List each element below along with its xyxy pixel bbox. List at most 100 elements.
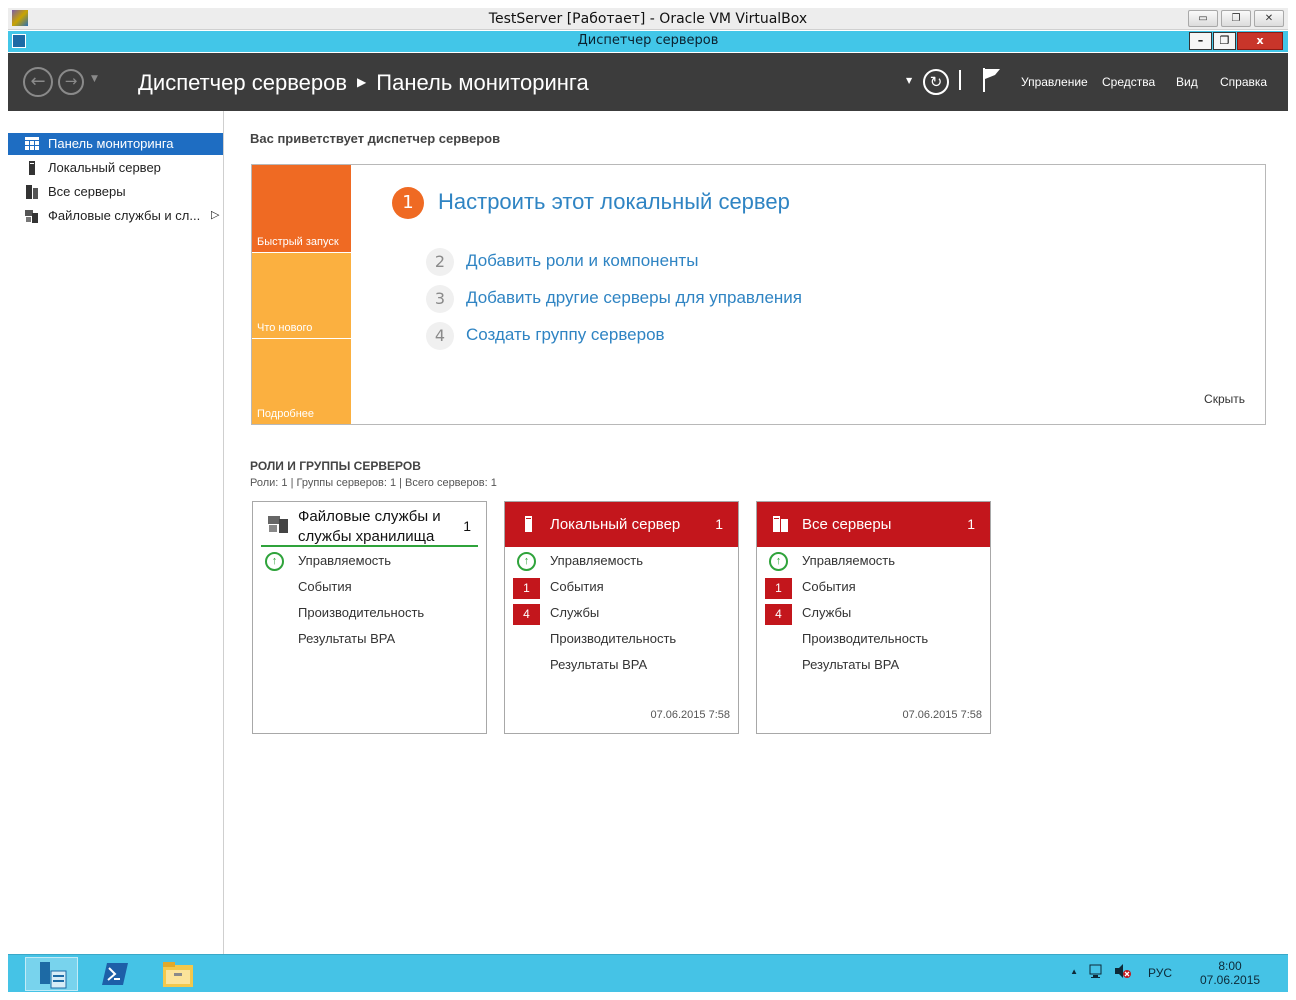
speaker-muted-icon[interactable] [1114,963,1132,982]
card-count: 1 [463,518,471,534]
status-ok-icon: ↑ [769,552,788,571]
tile-learn-more[interactable]: Подробнее [252,339,351,424]
history-dropdown-icon[interactable]: ▼ [91,74,98,84]
menu-manage[interactable]: Управление [1021,75,1088,89]
health-underline [261,545,478,547]
hide-link[interactable]: Скрыть [1204,392,1245,406]
card-timestamp: 07.06.2015 7:58 [650,709,730,721]
card-title: Файловые службы и службы хранилища [298,507,441,547]
sidebar-item-dashboard[interactable]: Панель мониторинга [8,133,223,155]
menu-view[interactable]: Вид [1176,75,1198,89]
step-number: 1 [392,187,424,219]
row-label: События [298,579,352,594]
card-row-manageability[interactable]: ↑ Управляемость [253,550,486,574]
taskbar-powershell-button[interactable] [88,957,141,991]
row-label: Производительность [550,631,677,646]
close-button[interactable]: x [1237,32,1283,50]
vbox-close-button[interactable]: ✕ [1254,10,1284,27]
card-row-services[interactable]: 4 Службы [505,602,738,626]
menu-tools[interactable]: Средства [1102,75,1155,89]
tile-label: Подробнее [257,408,315,420]
taskbar-file-explorer-button[interactable] [151,957,204,991]
status-ok-icon: ↑ [517,552,536,571]
row-label: Управляемость [298,553,392,568]
tile-quick-start[interactable]: Быстрый запуск [252,165,351,252]
servers-icon [772,516,790,532]
breadcrumb-root[interactable]: Диспетчер серверов [138,70,347,95]
step-link[interactable]: Создать группу серверов [466,325,665,345]
breadcrumb-separator-icon: ▶ [357,75,367,89]
file-explorer-icon [163,962,193,992]
welcome-title: Вас приветствует диспетчер серверов [250,131,501,146]
card-header[interactable]: Локальный сервер 1 [505,502,738,547]
role-card-file-services[interactable]: Файловые службы и службы хранилища 1 ↑ У… [252,501,487,734]
server-manager-window-title: Диспетчер серверов [577,33,719,48]
minimize-button[interactable]: – [1189,32,1212,50]
sidebar-item-file-services[interactable]: Файловые службы и сл... ▷ [8,205,223,227]
card-count: 1 [967,516,975,532]
card-row-bpa[interactable]: Результаты BPA [757,654,990,678]
network-icon[interactable] [1088,964,1104,983]
step-link[interactable]: Добавить роли и компоненты [466,251,698,271]
restore-button[interactable]: ❐ [1213,32,1236,50]
back-arrow-icon[interactable]: ← [23,67,53,97]
alert-count-badge: 1 [765,578,792,599]
menu-help[interactable]: Справка [1220,75,1267,89]
card-title: Локальный сервер [550,516,681,533]
server-icon [25,161,39,175]
card-row-manageability[interactable]: ↑ Управляемость [757,550,990,574]
servers-icon [25,185,39,199]
sidebar-item-label: Панель мониторинга [48,136,174,151]
powershell-icon [102,963,128,989]
card-title-line: Файловые службы и [298,508,441,525]
row-label: Производительность [298,605,425,620]
row-label: События [550,579,604,594]
taskbar-server-manager-button[interactable] [25,957,78,991]
alert-count-badge: 1 [513,578,540,599]
clock[interactable]: 8:00 07.06.2015 [1200,959,1260,987]
card-row-manageability[interactable]: ↑ Управляемость [505,550,738,574]
card-row-events[interactable]: События [253,576,486,600]
step-number: 3 [426,285,454,313]
card-row-bpa[interactable]: Результаты BPA [505,654,738,678]
show-hidden-icons-chevron-icon[interactable]: ▲ [1070,967,1078,976]
sidebar-item-all-servers[interactable]: Все серверы [8,181,223,203]
step-link[interactable]: Настроить этот локальный сервер [438,189,790,215]
refresh-dropdown-icon[interactable]: ▼ [906,76,912,85]
input-language[interactable]: РУС [1148,966,1172,980]
card-row-events[interactable]: 1 События [757,576,990,600]
card-row-performance[interactable]: Производительность [505,628,738,652]
role-card-all-servers[interactable]: Все серверы 1 ↑ Управляемость 1 События … [756,501,991,734]
role-card-local-server[interactable]: Локальный сервер 1 ↑ Управляемость 1 Соб… [504,501,739,734]
main-content: Вас приветствует диспетчер серверов Быст… [225,111,1288,954]
file-services-icon [268,515,288,533]
alert-count-badge: 4 [765,604,792,625]
tile-label: Быстрый запуск [257,236,339,248]
row-label: Службы [802,605,852,620]
vbox-restore-button[interactable]: ❐ [1221,10,1251,27]
card-timestamp: 07.06.2015 7:58 [902,709,982,721]
step-link[interactable]: Добавить другие серверы для управления [466,288,802,308]
card-header[interactable]: Все серверы 1 [757,502,990,547]
sidebar-item-local-server[interactable]: Локальный сервер [8,157,223,179]
card-row-events[interactable]: 1 События [505,576,738,600]
card-row-bpa[interactable]: Результаты BPA [253,628,486,652]
virtualbox-window-title: TestServer [Работает] - Oracle VM Virtua… [488,11,808,27]
vbox-minimize-button[interactable]: ▭ [1188,10,1218,27]
card-row-services[interactable]: 4 Службы [757,602,990,626]
row-label: Управляемость [550,553,644,568]
refresh-icon[interactable]: ↻ [923,69,949,95]
card-title-line: службы хранилища [298,528,435,545]
card-header[interactable]: Файловые службы и службы хранилища 1 [253,502,486,547]
card-row-performance[interactable]: Производительность [253,602,486,626]
forward-arrow-icon[interactable]: → [58,69,84,95]
card-count: 1 [715,516,723,532]
chevron-right-icon[interactable]: ▷ [211,208,219,221]
tile-label: Что нового [257,322,313,334]
sidebar-item-label: Все серверы [48,184,126,199]
tile-whats-new[interactable]: Что нового [252,253,351,338]
card-row-performance[interactable]: Производительность [757,628,990,652]
clock-time: 8:00 [1218,959,1242,973]
row-label: Управляемость [802,553,896,568]
notifications-flag-icon[interactable] [983,68,1001,96]
